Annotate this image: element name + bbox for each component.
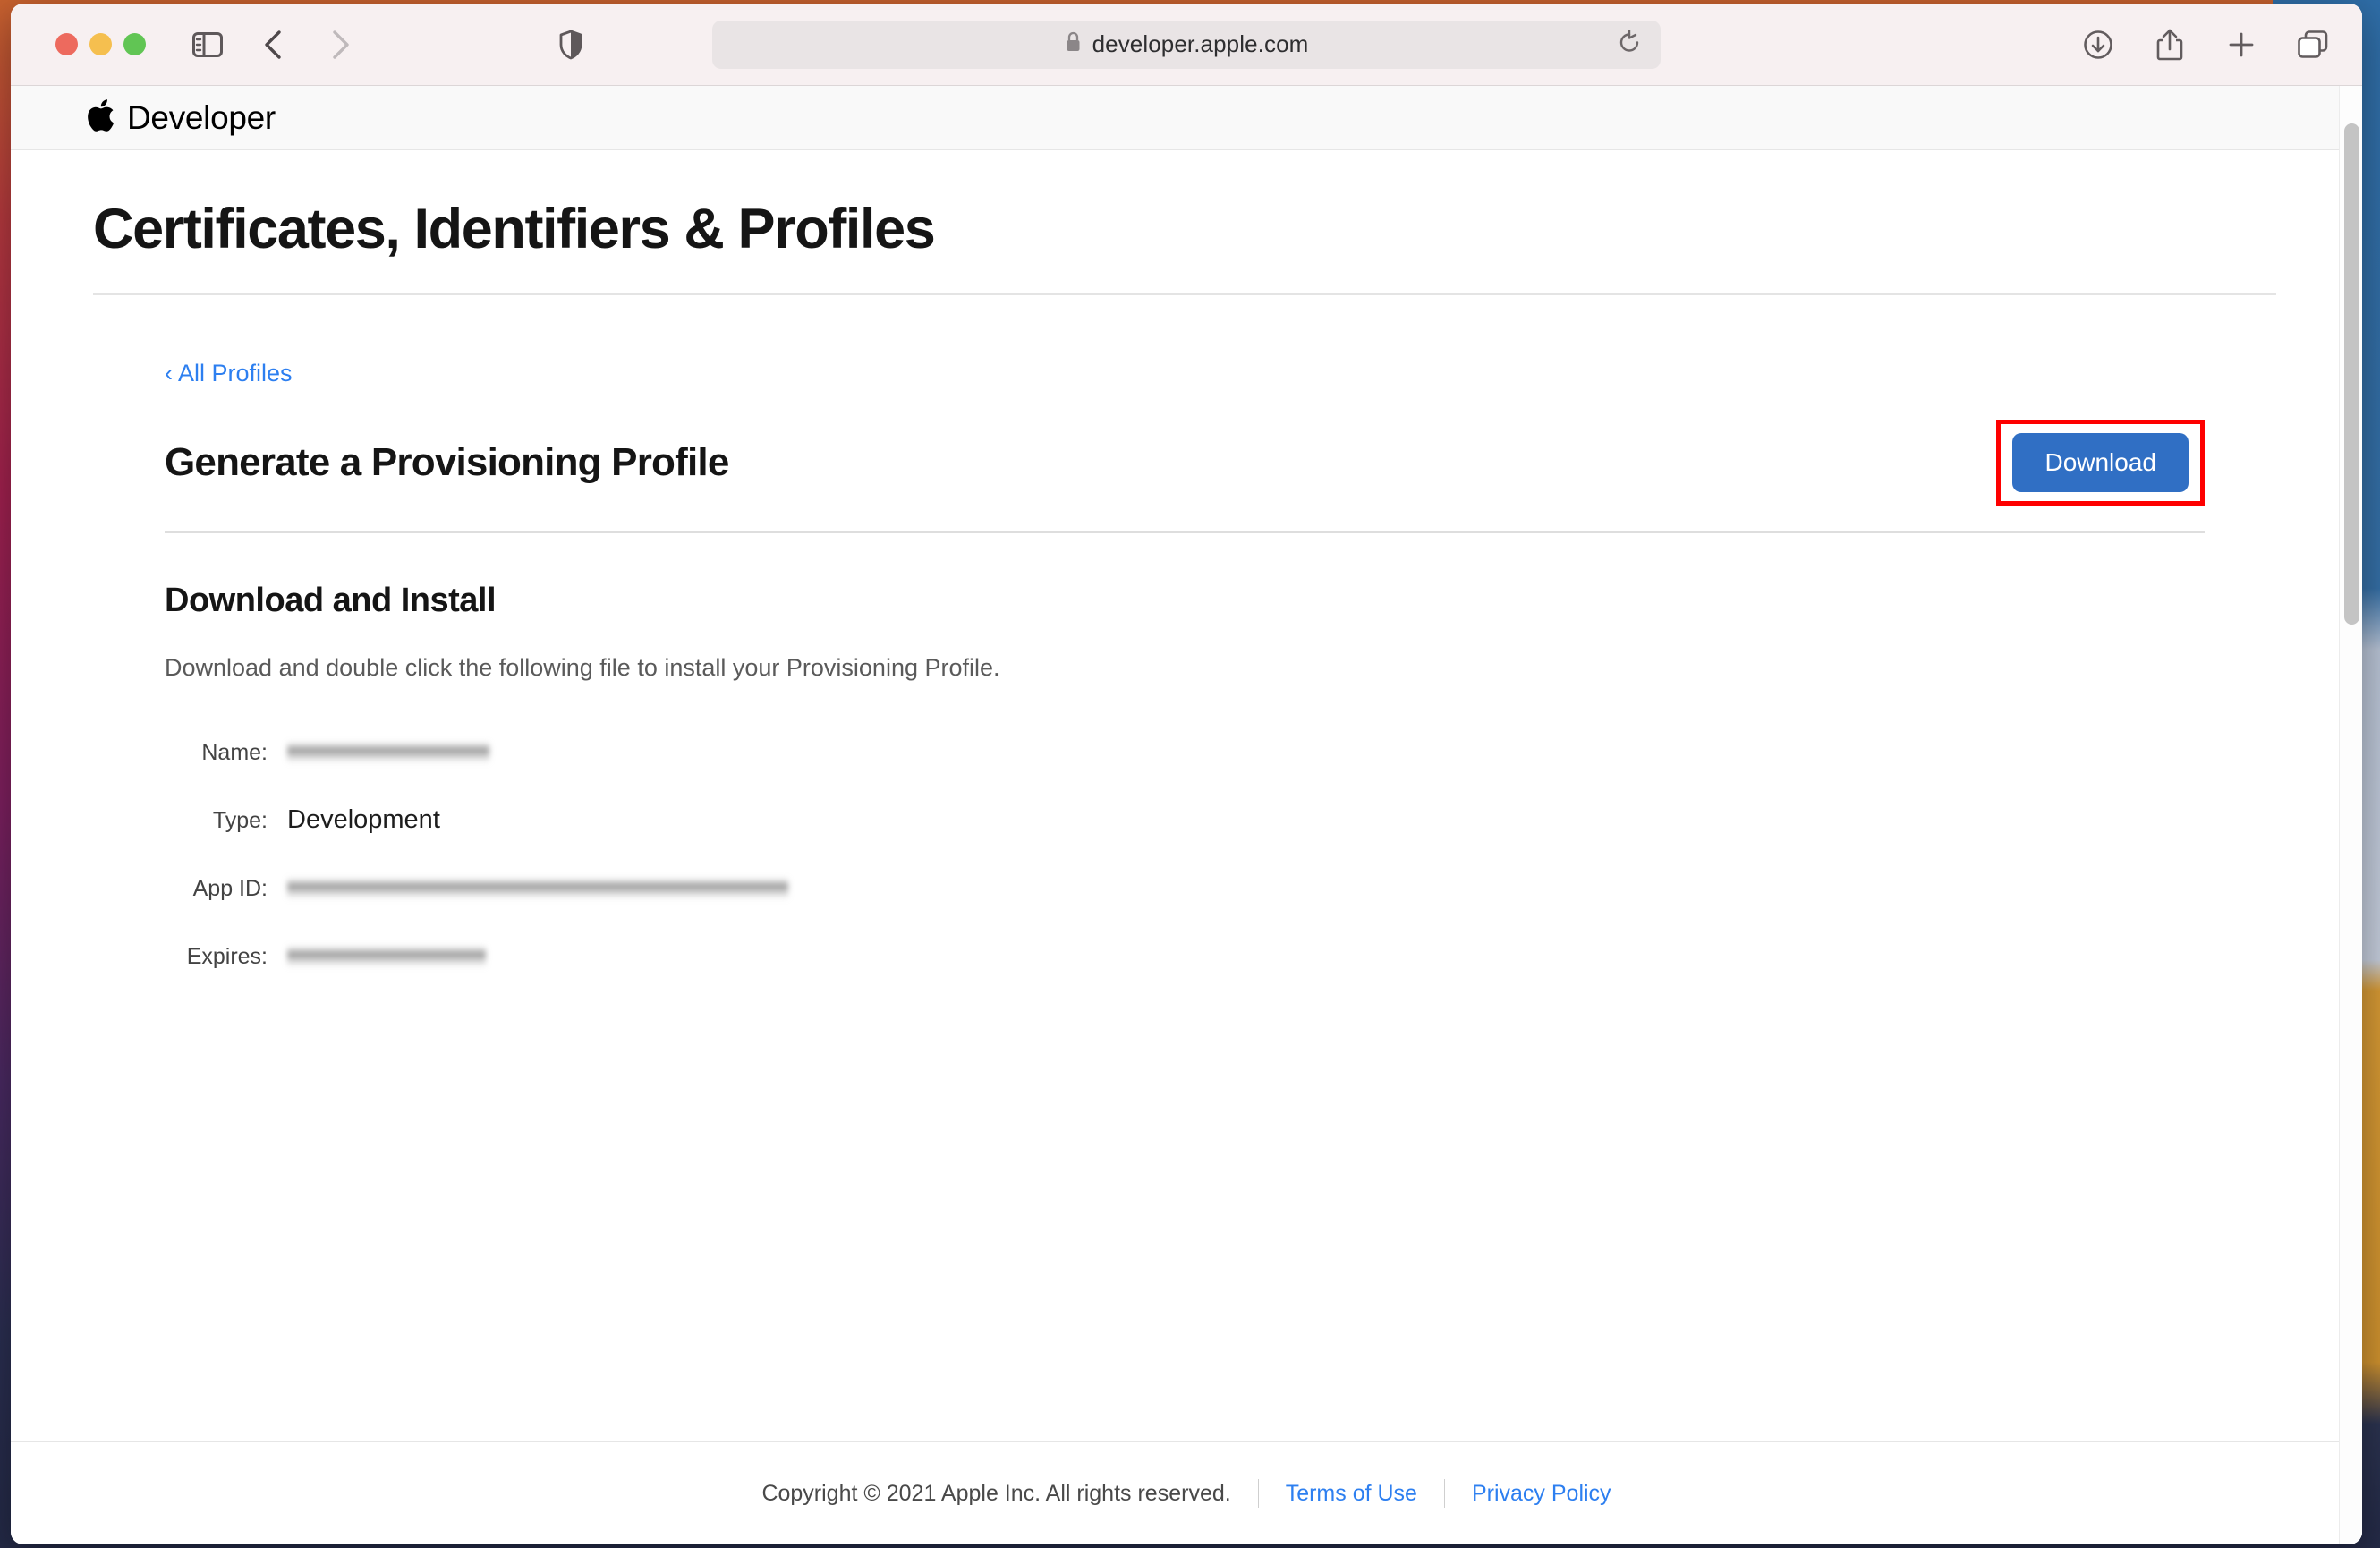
detail-row-appid: App ID: [165,873,2205,904]
section-divider [165,531,2205,533]
page-footer: Copyright © 2021 Apple Inc. All rights r… [11,1442,2362,1544]
detail-row-expires: Expires: [165,941,2205,972]
detail-row-type: Type: Development [165,805,2205,836]
apple-logo-icon [86,98,115,138]
page-title: Certificates, Identifiers & Profiles [93,150,2276,293]
close-button[interactable] [55,33,78,55]
content-inner: ‹ All Profiles Generate a Provisioning P… [93,295,2276,972]
redacted-appid-value [287,877,788,900]
lock-icon [1065,31,1082,57]
apple-developer-logo[interactable]: Developer [86,98,276,138]
navigation-group [182,19,366,71]
url-text: developer.apple.com [1092,30,1309,58]
footer-separator-2 [1444,1479,1445,1508]
section-title: Generate a Provisioning Profile [165,440,729,485]
reload-button[interactable] [1618,30,1641,59]
detail-label-name: Name: [165,740,268,766]
window-controls [55,33,146,55]
back-button[interactable] [248,19,300,71]
privacy-policy-link[interactable]: Privacy Policy [1472,1481,1611,1507]
detail-label-appid: App ID: [165,876,268,902]
detail-value-type: Development [287,805,440,835]
privacy-report-button[interactable] [545,19,597,71]
chevron-right-icon [328,30,352,60]
site-brand-label: Developer [127,99,276,137]
tab-overview-button[interactable] [2287,19,2339,71]
detail-label-type: Type: [165,808,268,834]
copyright-text: Copyright © 2021 Apple Inc. All rights r… [761,1481,1230,1507]
safari-window: developer.apple.com [11,4,2362,1544]
shield-icon [559,30,582,60]
detail-label-expires: Expires: [165,944,268,970]
detail-value-expires [287,941,486,971]
terms-of-use-link[interactable]: Terms of Use [1286,1481,1417,1507]
detail-value-name [287,737,489,767]
detail-value-appid [287,873,788,903]
redacted-name-value [287,741,489,764]
zoom-button[interactable] [123,33,146,55]
address-bar[interactable]: developer.apple.com [712,21,1661,69]
browser-toolbar: developer.apple.com [11,4,2362,86]
profile-details: Name: Type: Development App ID: [165,737,2205,972]
subsection-description: Download and double click the following … [165,654,2205,682]
page-viewport: Developer Certificates, Identifiers & Pr… [11,86,2362,1544]
sidebar-icon [192,32,223,57]
sidebar-toggle-button[interactable] [182,19,234,71]
downloads-button[interactable] [2072,19,2124,71]
redacted-expires-value [287,945,486,968]
share-icon [2156,29,2183,61]
plus-icon [2227,30,2256,59]
download-annotation-box: Download [1996,420,2205,506]
new-tab-button[interactable] [2215,19,2267,71]
chevron-left-icon [262,30,285,60]
page-content: Certificates, Identifiers & Profiles ‹ A… [11,150,2362,972]
section-header: Generate a Provisioning Profile Download [165,420,2205,506]
breadcrumb-all-profiles[interactable]: ‹ All Profiles [165,360,293,387]
download-button[interactable]: Download [2012,433,2189,492]
toolbar-right-group [2072,19,2339,71]
footer-separator-1 [1258,1479,1259,1508]
tab-overview-icon [2297,30,2329,60]
vertical-scrollbar-thumb[interactable] [2344,123,2359,625]
downloads-icon [2083,30,2113,60]
detail-row-name: Name: [165,737,2205,768]
vertical-scrollbar-track[interactable] [2339,86,2362,1544]
share-button[interactable] [2144,19,2196,71]
subsection-title: Download and Install [165,582,2205,620]
forward-button[interactable] [314,19,366,71]
minimize-button[interactable] [89,33,112,55]
site-header: Developer [11,86,2362,150]
